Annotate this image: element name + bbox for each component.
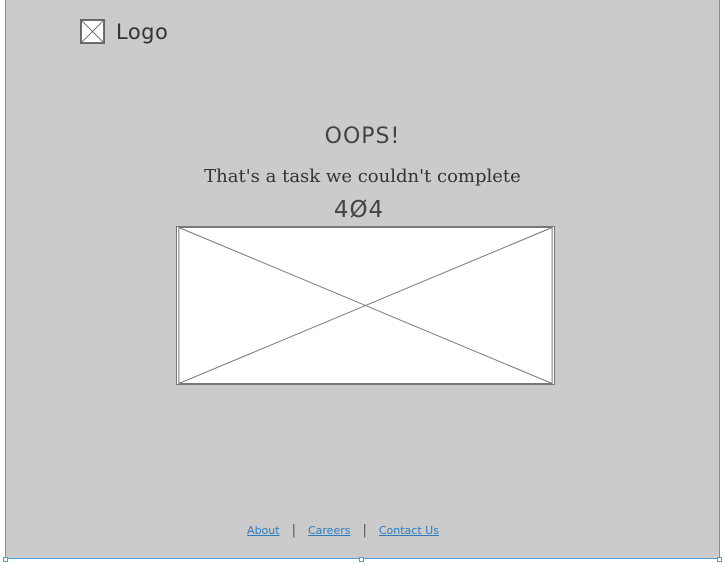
error-heading: OOPS! [324,124,401,149]
image-placeholder-icon [80,19,105,44]
resize-handle-bottom-center[interactable] [359,557,364,562]
footer-separator: | [362,523,367,538]
error-message: That's a task we couldn't complete [204,166,521,187]
footer-separator: | [291,523,296,538]
footer-link-about[interactable]: About [247,524,280,537]
footer-link-careers[interactable]: Careers [308,524,351,537]
resize-handle-bottom-right[interactable] [717,557,722,562]
image-placeholder [176,226,555,385]
footer-nav: About | Careers | Contact Us [0,523,686,538]
footer-link-contact-us[interactable]: Contact Us [379,524,439,537]
resize-handle-bottom-left[interactable] [3,557,8,562]
logo-label: Logo [116,19,169,44]
error-code: 4Ø4 [333,197,385,223]
logo[interactable]: Logo [80,19,168,44]
